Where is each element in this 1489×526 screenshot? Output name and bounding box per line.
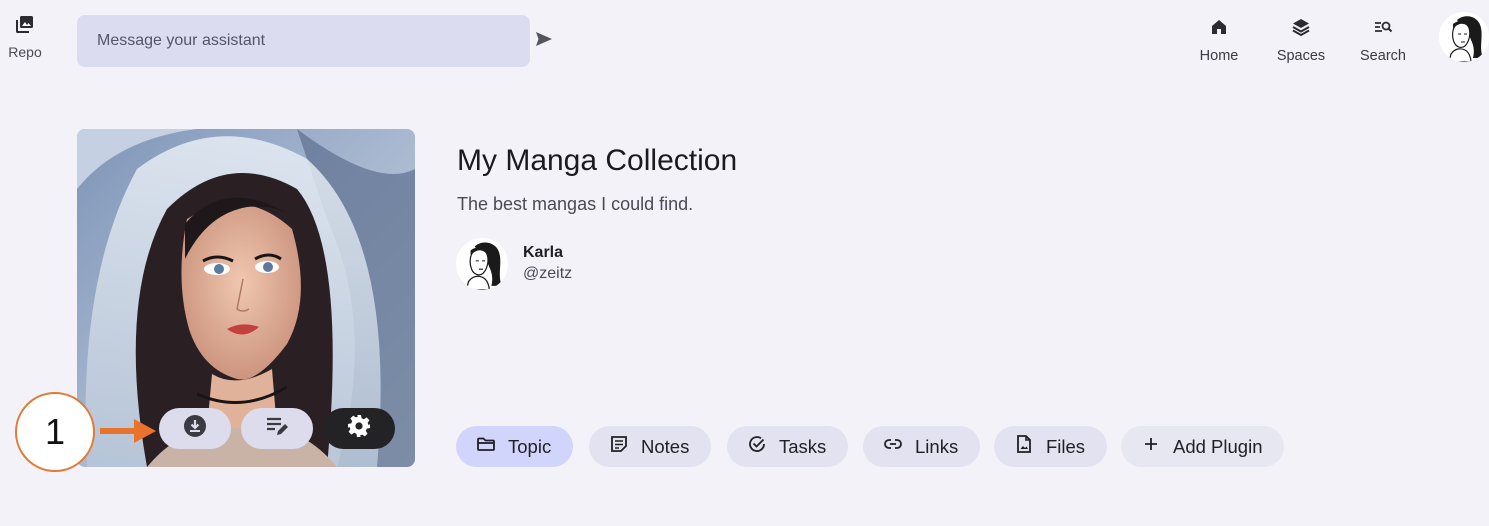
repo-label: Repo [8,44,42,60]
message-input[interactable] [77,15,530,67]
home-icon [1209,17,1229,42]
edit-details-button[interactable] [241,408,313,449]
edit-list-icon [265,414,289,443]
gallery-icon [15,14,35,39]
link-icon [883,434,903,459]
tab-topic[interactable]: Topic [456,426,574,467]
tab-files[interactable]: Files [994,426,1108,467]
send-button[interactable] [533,30,555,52]
file-icon [1014,434,1034,459]
author-handle: @zeitz [523,265,573,282]
settings-button[interactable] [323,408,395,449]
download-button[interactable] [159,408,231,449]
collection-title: My Manga Collection [457,144,738,177]
tab-notes[interactable]: Notes [589,426,712,467]
author-avatar[interactable] [456,238,508,290]
folder-icon [476,434,496,459]
repo-nav[interactable]: Repo [0,14,50,60]
note-icon [609,434,629,459]
tab-links-label: Links [915,435,959,457]
download-icon [183,414,207,443]
tab-topic-label: Topic [508,435,552,457]
annotation-arrow-icon [100,419,156,443]
nav-home[interactable]: Home [1183,17,1255,64]
tab-links[interactable]: Links [863,426,981,467]
add-plugin-button[interactable]: Add Plugin [1121,426,1285,467]
gear-icon [347,414,371,443]
send-icon [534,29,554,54]
tab-tasks-label: Tasks [779,435,827,457]
nav-search[interactable]: Search [1347,17,1419,64]
nav-spaces[interactable]: Spaces [1265,17,1337,64]
search-list-icon [1373,17,1393,42]
author-name[interactable]: Karla [523,244,563,262]
add-plugin-label: Add Plugin [1173,435,1263,457]
collection-description: The best mangas I could find. [457,194,694,214]
annotation-callout: 1 [15,392,95,472]
user-avatar[interactable] [1439,12,1489,62]
tab-files-label: Files [1046,435,1086,457]
check-circle-icon [747,434,767,459]
tab-notes-label: Notes [641,435,690,457]
tab-tasks[interactable]: Tasks [727,426,849,467]
nav-search-label: Search [1360,48,1406,64]
nav-spaces-label: Spaces [1276,48,1326,64]
layers-icon [1291,17,1311,42]
plus-icon [1141,434,1161,459]
nav-home-label: Home [1199,48,1239,64]
